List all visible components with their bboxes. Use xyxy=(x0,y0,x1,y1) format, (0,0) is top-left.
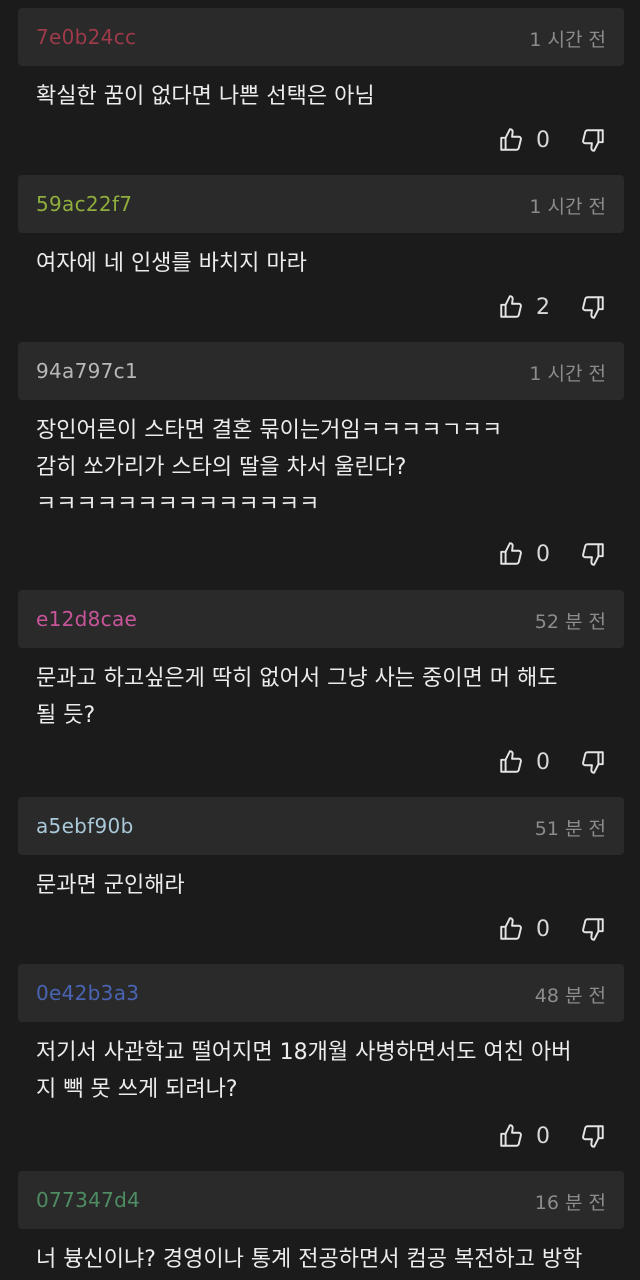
comment-text: 확실한 꿈이 없다면 나쁜 선택은 아님 xyxy=(36,84,375,109)
like-button[interactable] xyxy=(496,914,526,944)
thumbs-up-icon xyxy=(500,1124,522,1147)
dislike-button[interactable] xyxy=(578,1121,608,1151)
comment-text: 문과면 군인해라 xyxy=(36,873,185,898)
thumbs-up-icon xyxy=(500,750,522,773)
comment-actions: 0 xyxy=(496,746,608,778)
thumbs-down-icon xyxy=(582,751,604,774)
comment-item: 59ac22f7 1 시간 전 여자에 네 인생를 바치지 마라 2 xyxy=(0,175,640,335)
comment-header: 59ac22f7 1 시간 전 xyxy=(18,175,624,233)
comment-header: 94a797c1 1 시간 전 xyxy=(18,342,624,400)
comment-text: 장인어른이 스타면 결혼 묶이는거임ㅋㅋㅋㅋㄱㅋㅋ 감히 쏘가리가 스타의 딸을… xyxy=(36,418,503,517)
comment-header: 0e42b3a3 48 분 전 xyxy=(18,964,624,1022)
like-button[interactable] xyxy=(496,747,526,777)
thumbs-up-icon xyxy=(500,542,522,565)
like-count: 0 xyxy=(536,916,550,942)
like-count: 0 xyxy=(536,1123,550,1149)
thumbs-down-icon xyxy=(582,296,604,319)
comment-actions: 0 xyxy=(496,1120,608,1152)
comment-header: 7e0b24cc 1 시간 전 xyxy=(18,8,624,66)
comment-item: e12d8cae 52 분 전 문과고 하고싶은게 딱히 없어서 그냥 사는 중… xyxy=(0,590,640,790)
comment-header: 077347d4 16 분 전 xyxy=(18,1171,624,1229)
comment-time: 52 분 전 xyxy=(534,611,606,633)
comment-actions: 0 xyxy=(496,124,608,156)
thumbs-down-icon xyxy=(582,543,604,566)
comment-header: a5ebf90b 51 분 전 xyxy=(18,797,624,855)
comment-actions: 0 xyxy=(496,913,608,945)
like-count: 0 xyxy=(536,127,550,153)
comment-time: 48 분 전 xyxy=(534,985,606,1007)
dislike-button[interactable] xyxy=(578,914,608,944)
comment-time: 51 분 전 xyxy=(534,818,606,840)
like-button[interactable] xyxy=(496,292,526,322)
comment-author[interactable]: e12d8cae xyxy=(36,607,137,631)
comment-item: 077347d4 16 분 전 너 븅신이냐? 경영이나 통계 전공하면서 컴공… xyxy=(0,1171,640,1280)
dislike-button[interactable] xyxy=(578,539,608,569)
comment-actions: 0 xyxy=(496,538,608,570)
thumbs-up-icon xyxy=(500,295,522,318)
comment-time: 16 분 전 xyxy=(534,1192,606,1214)
comment-item: 94a797c1 1 시간 전 장인어른이 스타면 결혼 묶이는거임ㅋㅋㅋㅋㄱㅋ… xyxy=(0,342,640,582)
thumbs-down-icon xyxy=(582,1125,604,1148)
comment-author[interactable]: a5ebf90b xyxy=(36,814,134,838)
comment-text: 여자에 네 인생를 바치지 마라 xyxy=(36,251,307,276)
like-button[interactable] xyxy=(496,539,526,569)
thumbs-up-icon xyxy=(500,128,522,151)
thumbs-down-icon xyxy=(582,129,604,152)
comment-author[interactable]: 0e42b3a3 xyxy=(36,981,139,1005)
like-button[interactable] xyxy=(496,125,526,155)
comment-item: a5ebf90b 51 분 전 문과면 군인해라 0 xyxy=(0,797,640,957)
comment-author[interactable]: 7e0b24cc xyxy=(36,25,136,49)
dislike-button[interactable] xyxy=(578,747,608,777)
comment-item: 0e42b3a3 48 분 전 저기서 사관학교 떨어지면 18개월 사병하면서… xyxy=(0,964,640,1164)
comment-author[interactable]: 077347d4 xyxy=(36,1188,140,1212)
dislike-button[interactable] xyxy=(578,125,608,155)
comment-time: 1 시간 전 xyxy=(529,196,606,218)
comment-text: 저기서 사관학교 떨어지면 18개월 사병하면서도 여친 아버 지 빽 못 쓰게… xyxy=(36,1040,572,1102)
like-button[interactable] xyxy=(496,1121,526,1151)
comment-header: e12d8cae 52 분 전 xyxy=(18,590,624,648)
comment-text: 너 븅신이냐? 경영이나 통계 전공하면서 컴공 복전하고 방학 xyxy=(36,1247,583,1272)
comment-time: 1 시간 전 xyxy=(529,29,606,51)
thumbs-down-icon xyxy=(582,918,604,941)
comment-author[interactable]: 59ac22f7 xyxy=(36,192,132,216)
like-count: 0 xyxy=(536,749,550,775)
dislike-button[interactable] xyxy=(578,292,608,322)
comment-time: 1 시간 전 xyxy=(529,363,606,385)
thumbs-up-icon xyxy=(500,917,522,940)
like-count: 2 xyxy=(536,294,550,320)
comment-item: 7e0b24cc 1 시간 전 확실한 꿈이 없다면 나쁜 선택은 아님 0 xyxy=(0,8,640,168)
like-count: 0 xyxy=(536,541,550,567)
comment-actions: 2 xyxy=(496,291,608,323)
comment-text: 문과고 하고싶은게 딱히 없어서 그냥 사는 중이면 머 해도 될 듯? xyxy=(36,666,558,728)
comment-author[interactable]: 94a797c1 xyxy=(36,359,138,383)
